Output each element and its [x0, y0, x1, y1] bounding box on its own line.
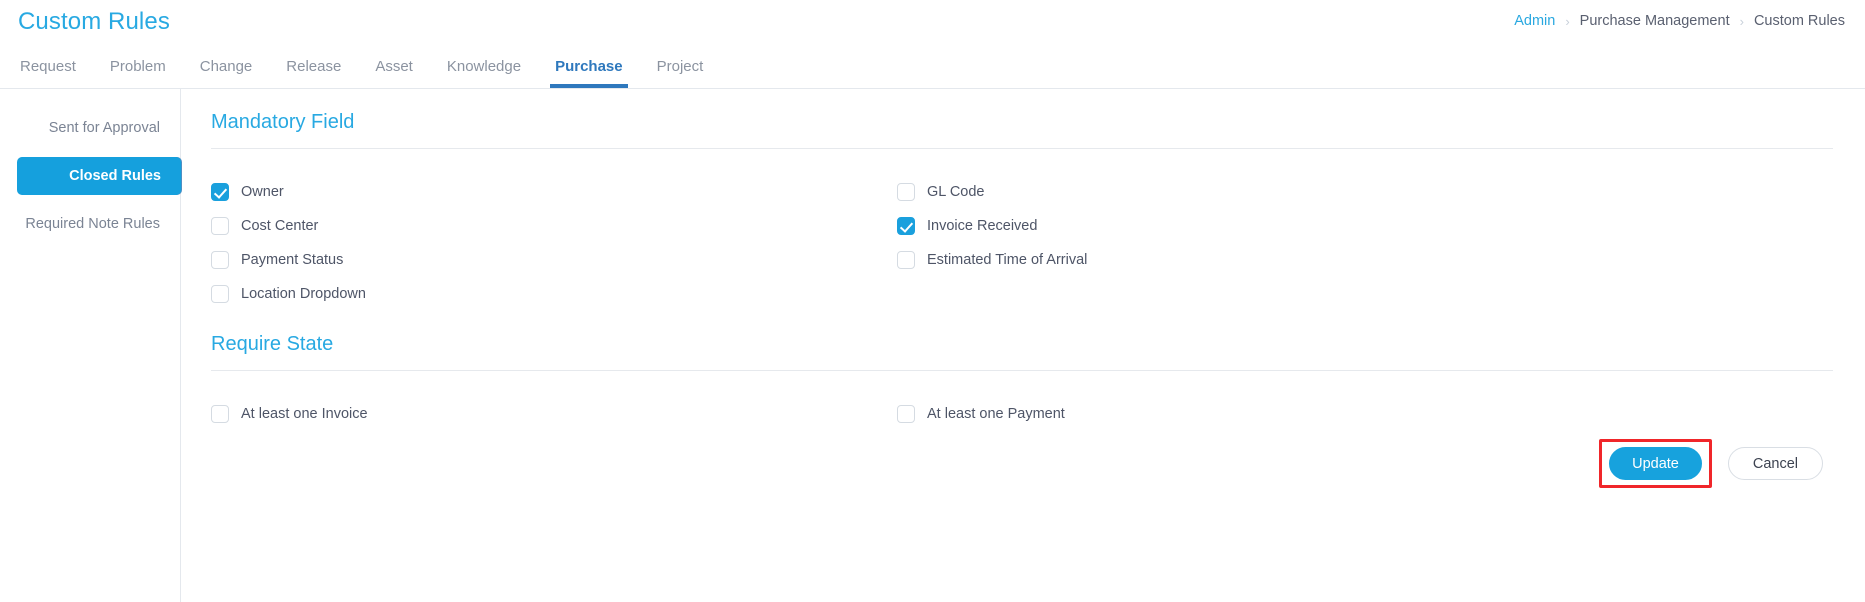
page-header: Custom Rules Admin › Purchase Management… — [0, 0, 1865, 45]
sidebar-item-closed-rules[interactable]: Closed Rules — [17, 157, 181, 195]
module-tabbar: Request Problem Change Release Asset Kno… — [0, 45, 1865, 89]
update-button-highlight: Update — [1599, 439, 1712, 488]
chevron-right-icon: › — [1739, 13, 1744, 29]
checkbox-label-estimated-time-of-arrival[interactable]: Estimated Time of Arrival — [927, 252, 1087, 268]
checkbox-at-least-one-payment[interactable] — [897, 405, 915, 423]
checkbox-at-least-one-invoice[interactable] — [211, 405, 229, 423]
checkbox-label-invoice-received[interactable]: Invoice Received — [927, 218, 1037, 234]
checkbox-label-at-least-one-payment[interactable]: At least one Payment — [927, 406, 1065, 422]
tab-project[interactable]: Project — [640, 45, 721, 88]
checkbox-row-payment-status[interactable]: Payment Status — [211, 243, 889, 277]
checkbox-cost-center[interactable] — [211, 217, 229, 235]
form-actions: Update Cancel — [1599, 439, 1823, 488]
checkbox-label-gl-code[interactable]: GL Code — [927, 184, 985, 200]
tab-request[interactable]: Request — [3, 45, 93, 88]
section-title-mandatory-field: Mandatory Field — [211, 111, 355, 133]
tab-asset[interactable]: Asset — [358, 45, 430, 88]
rules-sidebar: Sent for Approval Closed Rules Required … — [0, 89, 181, 602]
page-title: Custom Rules — [18, 8, 170, 35]
checkbox-estimated-time-of-arrival[interactable] — [897, 251, 915, 269]
breadcrumb: Admin › Purchase Management › Custom Rul… — [1514, 13, 1845, 29]
checkbox-row-invoice-received[interactable]: Invoice Received — [889, 209, 1865, 243]
require-state-grid: At least one Invoice At least one Paymen… — [211, 397, 1865, 431]
checkbox-row-location-dropdown[interactable]: Location Dropdown — [211, 277, 889, 311]
tab-release[interactable]: Release — [269, 45, 358, 88]
sidebar-item-required-note-rules[interactable]: Required Note Rules — [0, 205, 180, 243]
checkbox-row-at-least-one-invoice[interactable]: At least one Invoice — [211, 397, 889, 431]
section-divider — [211, 370, 1833, 371]
page-body: Sent for Approval Closed Rules Required … — [0, 89, 1865, 602]
chevron-right-icon: › — [1565, 13, 1570, 29]
tab-knowledge[interactable]: Knowledge — [430, 45, 538, 88]
breadcrumb-item-custom-rules: Custom Rules — [1753, 13, 1845, 29]
checkbox-label-at-least-one-invoice[interactable]: At least one Invoice — [241, 406, 368, 422]
update-button[interactable]: Update — [1609, 447, 1702, 480]
checkbox-label-payment-status[interactable]: Payment Status — [241, 252, 343, 268]
tab-problem[interactable]: Problem — [93, 45, 183, 88]
sidebar-item-sent-for-approval[interactable]: Sent for Approval — [0, 109, 180, 147]
checkbox-owner[interactable] — [211, 183, 229, 201]
checkbox-row-owner[interactable]: Owner — [211, 175, 889, 209]
checkbox-row-empty — [889, 277, 1865, 311]
checkbox-label-cost-center[interactable]: Cost Center — [241, 218, 318, 234]
checkbox-invoice-received[interactable] — [897, 217, 915, 235]
section-title-require-state: Require State — [211, 333, 334, 355]
checkbox-label-owner[interactable]: Owner — [241, 184, 284, 200]
checkbox-row-at-least-one-payment[interactable]: At least one Payment — [889, 397, 1865, 431]
breadcrumb-item-admin[interactable]: Admin — [1514, 13, 1555, 29]
checkbox-row-estimated-time-of-arrival[interactable]: Estimated Time of Arrival — [889, 243, 1865, 277]
checkbox-row-cost-center[interactable]: Cost Center — [211, 209, 889, 243]
section-divider — [211, 148, 1833, 149]
breadcrumb-item-purchase-management[interactable]: Purchase Management — [1580, 13, 1730, 29]
cancel-button[interactable]: Cancel — [1727, 447, 1823, 480]
checkbox-payment-status[interactable] — [211, 251, 229, 269]
checkbox-gl-code[interactable] — [897, 183, 915, 201]
tab-change[interactable]: Change — [183, 45, 270, 88]
checkbox-row-gl-code[interactable]: GL Code — [889, 175, 1865, 209]
mandatory-field-grid: Owner GL Code Cost Center Invoice Receiv… — [211, 175, 1865, 311]
rules-main-panel: Mandatory Field Owner GL Code Cost Cente… — [181, 89, 1865, 602]
tab-purchase[interactable]: Purchase — [538, 45, 640, 88]
checkbox-label-location-dropdown[interactable]: Location Dropdown — [241, 286, 366, 302]
checkbox-location-dropdown[interactable] — [211, 285, 229, 303]
